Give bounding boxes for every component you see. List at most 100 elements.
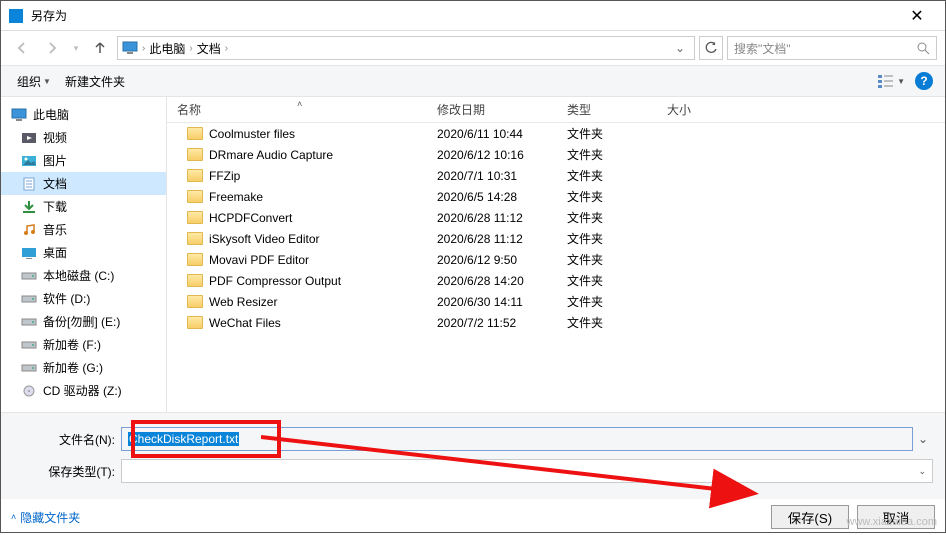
type-label: 保存类型(T): — [13, 463, 121, 480]
folder-icon — [187, 148, 203, 161]
up-button[interactable] — [87, 36, 113, 60]
filename-label: 文件名(N): — [13, 431, 121, 448]
sidebar-item-label: 下载 — [43, 198, 67, 215]
desktop-icon — [21, 246, 37, 260]
sidebar-item-pictures[interactable]: 图片 — [1, 149, 166, 172]
sidebar-item-drive[interactable]: 新加卷 (G:) — [1, 356, 166, 379]
sidebar-item-downloads[interactable]: 下载 — [1, 195, 166, 218]
sidebar-item-pc[interactable]: 此电脑 — [1, 103, 166, 126]
breadcrumb-sep: › — [187, 43, 194, 54]
filename-value: CheckDiskReport.txt — [128, 432, 239, 446]
file-date: 2020/6/5 14:28 — [427, 190, 557, 204]
file-date: 2020/6/12 10:16 — [427, 148, 557, 162]
sidebar-item-video[interactable]: 视频 — [1, 126, 166, 149]
sidebar-item-cd[interactable]: CD 驱动器 (Z:) — [1, 379, 166, 402]
breadcrumb[interactable]: › 此电脑 › 文档 › ⌄ — [117, 36, 695, 60]
pc-icon — [11, 108, 27, 122]
col-date[interactable]: 修改日期 — [427, 101, 557, 118]
file-row[interactable]: Freemake2020/6/5 14:28文件夹 — [167, 186, 945, 207]
breadcrumb-sep: › — [223, 43, 230, 54]
drive-icon — [21, 315, 37, 329]
file-row[interactable]: PDF Compressor Output2020/6/28 14:20文件夹 — [167, 270, 945, 291]
search-input[interactable]: 搜索"文档" — [727, 36, 937, 60]
pc-icon — [122, 41, 138, 55]
filename-dropdown[interactable]: ⌄ — [913, 432, 933, 446]
col-type[interactable]: 类型 — [557, 101, 657, 118]
pictures-icon — [21, 154, 37, 168]
view-options[interactable]: ▼ — [878, 74, 905, 88]
sidebar-item-desktop[interactable]: 桌面 — [1, 241, 166, 264]
sidebar-item-drive[interactable]: 本地磁盘 (C:) — [1, 264, 166, 287]
downloads-icon — [21, 200, 37, 214]
sidebar-item-documents[interactable]: 文档 — [1, 172, 166, 195]
file-row[interactable]: Movavi PDF Editor2020/6/12 9:50文件夹 — [167, 249, 945, 270]
file-date: 2020/6/12 9:50 — [427, 253, 557, 267]
col-name[interactable]: ˄ 名称 — [167, 101, 427, 118]
file-date: 2020/6/28 11:12 — [427, 211, 557, 225]
hide-folders-link[interactable]: ˄ 隐藏文件夹 — [11, 509, 80, 526]
sidebar-item-music[interactable]: 音乐 — [1, 218, 166, 241]
sidebar: 此电脑视频图片文档下载音乐桌面本地磁盘 (C:) 软件 (D:) 备份[勿删] (E… — [1, 97, 167, 412]
chevron-down-icon: ▼ — [897, 77, 905, 86]
file-date: 2020/6/28 11:12 — [427, 232, 557, 246]
col-size[interactable]: 大小 — [657, 101, 737, 118]
file-type: 文件夹 — [557, 230, 657, 247]
file-name: FFZip — [209, 169, 240, 183]
sidebar-item-label: 此电脑 — [33, 106, 69, 123]
file-type: 文件夹 — [557, 209, 657, 226]
filetype-combo[interactable]: ⌄ — [121, 459, 933, 483]
search-placeholder: 搜索"文档" — [734, 40, 791, 57]
drive-icon — [21, 361, 37, 375]
sidebar-item-label: 软件 (D:) — [43, 290, 90, 307]
action-bar: ˄ 隐藏文件夹 保存(S) 取消 — [1, 499, 945, 535]
view-icon — [878, 74, 894, 88]
forward-button[interactable] — [39, 36, 65, 60]
help-button[interactable]: ? — [915, 72, 933, 90]
file-name: WeChat Files — [209, 316, 281, 330]
file-row[interactable]: DRmare Audio Capture2020/6/12 10:16文件夹 — [167, 144, 945, 165]
file-type: 文件夹 — [557, 188, 657, 205]
file-date: 2020/6/30 14:11 — [427, 295, 557, 309]
back-button[interactable] — [9, 36, 35, 60]
sidebar-item-label: 新加卷 (F:) — [43, 336, 101, 353]
new-folder-button[interactable]: 新建文件夹 — [61, 71, 129, 92]
file-date: 2020/7/2 11:52 — [427, 316, 557, 330]
chevron-down-icon: ▼ — [43, 77, 51, 86]
sidebar-item-label: 新加卷 (G:) — [43, 359, 103, 376]
file-date: 2020/7/1 10:31 — [427, 169, 557, 183]
breadcrumb-sep: › — [140, 43, 147, 54]
sidebar-item-drive[interactable]: 备份[勿删] (E:) — [1, 310, 166, 333]
breadcrumb-item[interactable]: 此电脑 — [149, 40, 185, 57]
window-title: 另存为 — [31, 7, 897, 24]
breadcrumb-dropdown[interactable]: ⌄ — [670, 41, 690, 55]
file-row[interactable]: HCPDFConvert2020/6/28 11:12文件夹 — [167, 207, 945, 228]
arrow-up-icon — [92, 40, 108, 56]
file-row[interactable]: Coolmuster files2020/6/11 10:44文件夹 — [167, 123, 945, 144]
breadcrumb-item[interactable]: 文档 — [197, 40, 221, 57]
toolbar: 组织 ▼ 新建文件夹 ▼ ? — [1, 65, 945, 97]
file-row[interactable]: Web Resizer2020/6/30 14:11文件夹 — [167, 291, 945, 312]
sidebar-item-drive[interactable]: 软件 (D:) — [1, 287, 166, 310]
title-bar: 另存为 ✕ — [1, 1, 945, 31]
filename-input[interactable]: CheckDiskReport.txt — [121, 427, 913, 451]
new-folder-label: 新建文件夹 — [65, 73, 125, 90]
file-row[interactable]: WeChat Files2020/7/2 11:52文件夹 — [167, 312, 945, 333]
organize-menu[interactable]: 组织 ▼ — [13, 71, 55, 92]
save-button[interactable]: 保存(S) — [771, 505, 849, 529]
organize-label: 组织 — [17, 73, 41, 90]
close-button[interactable]: ✕ — [897, 6, 937, 26]
file-row[interactable]: iSkysoft Video Editor2020/6/28 11:12文件夹 — [167, 228, 945, 249]
recent-dropdown[interactable]: ▾ — [69, 36, 83, 60]
search-icon — [917, 42, 930, 55]
file-row[interactable]: FFZip 2020/7/1 10:31文件夹 — [167, 165, 945, 186]
folder-icon — [187, 211, 203, 224]
file-name: Movavi PDF Editor — [209, 253, 309, 267]
folder-icon — [187, 274, 203, 287]
file-type: 文件夹 — [557, 167, 657, 184]
chevron-up-icon: ˄ — [11, 512, 16, 522]
file-type: 文件夹 — [557, 293, 657, 310]
file-date: 2020/6/28 14:20 — [427, 274, 557, 288]
sidebar-item-label: 备份[勿删] (E:) — [43, 313, 120, 330]
sidebar-item-drive[interactable]: 新加卷 (F:) — [1, 333, 166, 356]
refresh-button[interactable] — [699, 36, 723, 60]
